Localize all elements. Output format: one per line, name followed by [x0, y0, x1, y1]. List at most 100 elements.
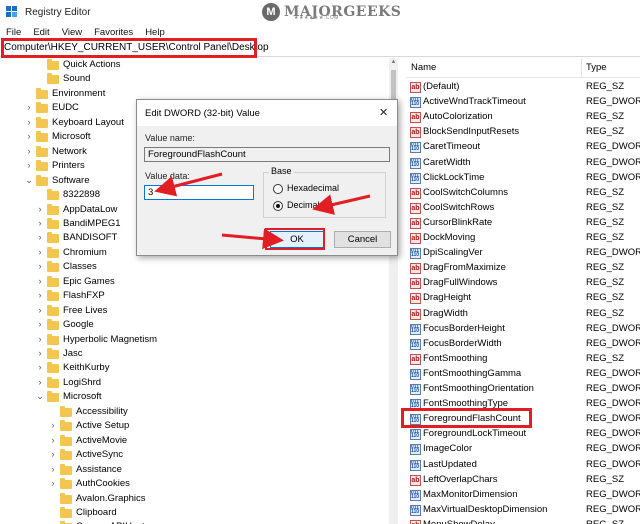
value-row[interactable]: 011 110FocusBorderWidth REG_DWORD — [406, 337, 640, 352]
tree-item-label[interactable]: Epic Games — [63, 276, 115, 287]
hexadecimal-radio[interactable] — [273, 184, 283, 194]
chevron-right-icon[interactable]: › — [24, 131, 34, 141]
value-name[interactable]: CaretWidth — [423, 157, 471, 168]
value-name[interactable]: FontSmoothingGamma — [423, 368, 521, 379]
value-name[interactable]: BlockSendInputResets — [423, 126, 519, 137]
value-name[interactable]: LastUpdated — [423, 459, 477, 470]
value-name[interactable]: FocusBorderWidth — [423, 338, 502, 349]
tree-item[interactable]: Accessibility — [0, 405, 388, 420]
tree-item-label[interactable]: Assistance — [76, 464, 122, 475]
value-name[interactable]: LeftOverlapChars — [423, 474, 497, 485]
tree-item-label[interactable]: Environment — [52, 88, 105, 99]
value-row[interactable]: 011 110DpiScalingVer REG_DWORD — [406, 246, 640, 261]
value-name[interactable]: AutoColorization — [423, 111, 493, 122]
value-name[interactable]: (Default) — [423, 81, 459, 92]
tree-item-label[interactable]: Network — [52, 146, 87, 157]
chevron-right-icon[interactable]: › — [35, 218, 45, 228]
value-row[interactable]: 011 110FontSmoothingOrientation REG_DWORD — [406, 382, 640, 397]
value-name[interactable]: ActiveWndTrackTimeout — [423, 96, 526, 107]
menu-file[interactable]: File — [0, 27, 27, 38]
value-name[interactable]: MaxMonitorDimension — [423, 489, 518, 500]
cancel-button[interactable]: Cancel — [334, 231, 391, 248]
chevron-down-icon[interactable]: ⌄ — [35, 391, 45, 402]
value-row[interactable]: 011 110ClickLockTime REG_DWORD — [406, 171, 640, 186]
value-name[interactable]: CursorBlinkRate — [423, 217, 492, 228]
value-row[interactable]: ab CoolSwitchColumns REG_SZ — [406, 186, 640, 201]
tree-item-label[interactable]: Clipboard — [76, 507, 117, 518]
tree-item-label[interactable]: FlashFXP — [63, 290, 105, 301]
tree-item-label[interactable]: Free Lives — [63, 305, 107, 316]
tree-item-label[interactable]: Classes — [63, 261, 97, 272]
value-row[interactable]: 011 110CaretWidth REG_DWORD — [406, 156, 640, 171]
value-name[interactable]: CaretTimeout — [423, 141, 480, 152]
tree-item[interactable]: Clipboard — [0, 506, 388, 521]
tree-item[interactable]: › Google — [0, 318, 388, 333]
chevron-right-icon[interactable]: › — [24, 160, 34, 170]
tree-item[interactable]: › Assistance — [0, 463, 388, 478]
tree-item-label[interactable]: EUDC — [52, 102, 79, 113]
value-name[interactable]: ImageColor — [423, 443, 472, 454]
tree-item-label[interactable]: Active Setup — [76, 420, 129, 431]
value-row[interactable]: ab FontSmoothing REG_SZ — [406, 352, 640, 367]
chevron-right-icon[interactable]: › — [35, 334, 45, 344]
value-row[interactable]: 011 110ImageColor REG_DWORD — [406, 442, 640, 457]
chevron-right-icon[interactable]: › — [35, 290, 45, 300]
chevron-right-icon[interactable]: › — [35, 305, 45, 315]
pane-splitter[interactable] — [398, 58, 406, 524]
value-data-input[interactable]: 3 — [144, 185, 254, 200]
value-name[interactable]: ForegroundLockTimeout — [423, 428, 526, 439]
tree-item-label[interactable]: Microsoft — [63, 391, 102, 402]
tree-item[interactable]: Sound — [0, 72, 388, 87]
value-name[interactable]: FontSmoothing — [423, 353, 487, 364]
tree-item[interactable]: › Epic Games — [0, 275, 388, 290]
menu-edit[interactable]: Edit — [27, 27, 55, 38]
value-name[interactable]: CoolSwitchColumns — [423, 187, 508, 198]
chevron-right-icon[interactable]: › — [48, 464, 58, 474]
tree-item[interactable]: › Free Lives — [0, 304, 388, 319]
chevron-right-icon[interactable]: › — [35, 247, 45, 257]
chevron-right-icon[interactable]: › — [48, 435, 58, 445]
value-name[interactable]: DragFromMaximize — [423, 262, 506, 273]
value-row[interactable]: ab DragFullWindows REG_SZ — [406, 276, 640, 291]
tree-item[interactable]: › Active Setup — [0, 419, 388, 434]
value-row[interactable]: ab LeftOverlapChars REG_SZ — [406, 473, 640, 488]
tree-item[interactable]: › LogiShrd — [0, 376, 388, 391]
value-row[interactable]: ab DragWidth REG_SZ — [406, 307, 640, 322]
chevron-right-icon[interactable]: › — [48, 478, 58, 488]
tree-item-label[interactable]: Keyboard Layout — [52, 117, 124, 128]
tree-item-label[interactable]: Software — [52, 175, 90, 186]
tree-item[interactable]: › ActiveMovie — [0, 434, 388, 449]
tree-item-label[interactable]: KeithKurby — [63, 362, 109, 373]
chevron-right-icon[interactable]: › — [24, 146, 34, 156]
value-name[interactable]: FocusBorderHeight — [423, 323, 505, 334]
value-name[interactable]: DragWidth — [423, 308, 468, 319]
value-row[interactable]: 011 110ForegroundLockTimeout REG_DWORD — [406, 427, 640, 442]
value-row[interactable]: 011 110ActiveWndTrackTimeout REG_DWORD — [406, 95, 640, 110]
value-name[interactable]: CoolSwitchRows — [423, 202, 494, 213]
tree-item-label[interactable]: Microsoft — [52, 131, 91, 142]
value-row[interactable]: ab DragFromMaximize REG_SZ — [406, 261, 640, 276]
chevron-right-icon[interactable]: › — [35, 261, 45, 271]
tree-item-label[interactable]: Chromium — [63, 247, 107, 258]
hexadecimal-label[interactable]: Hexadecimal — [287, 183, 339, 193]
tree-item-label[interactable]: Avalon.Graphics — [76, 493, 146, 504]
value-row[interactable]: ab DragHeight REG_SZ — [406, 291, 640, 306]
tree-item-label[interactable]: 8322898 — [63, 189, 100, 200]
ok-button[interactable]: OK — [270, 231, 324, 248]
menu-view[interactable]: View — [56, 27, 88, 38]
column-divider[interactable] — [581, 58, 582, 78]
tree-item-label[interactable]: Accessibility — [76, 406, 128, 417]
tree-item[interactable]: › ActiveSync — [0, 448, 388, 463]
scroll-up-icon[interactable]: ▲ — [390, 59, 397, 65]
chevron-right-icon[interactable]: › — [24, 117, 34, 127]
value-row[interactable]: 011 110MaxMonitorDimension REG_DWORD — [406, 488, 640, 503]
tree-item[interactable]: › Classes — [0, 260, 388, 275]
tree-item-label[interactable]: Quick Actions — [63, 59, 121, 70]
decimal-radio[interactable] — [273, 201, 283, 211]
chevron-right-icon[interactable]: › — [35, 232, 45, 242]
value-row[interactable]: 011 110FocusBorderHeight REG_DWORD — [406, 322, 640, 337]
menu-favorites[interactable]: Favorites — [88, 27, 139, 38]
tree-item-label[interactable]: AppDataLow — [63, 204, 117, 215]
value-name[interactable]: DragFullWindows — [423, 277, 497, 288]
tree-item-label[interactable]: Google — [63, 319, 94, 330]
